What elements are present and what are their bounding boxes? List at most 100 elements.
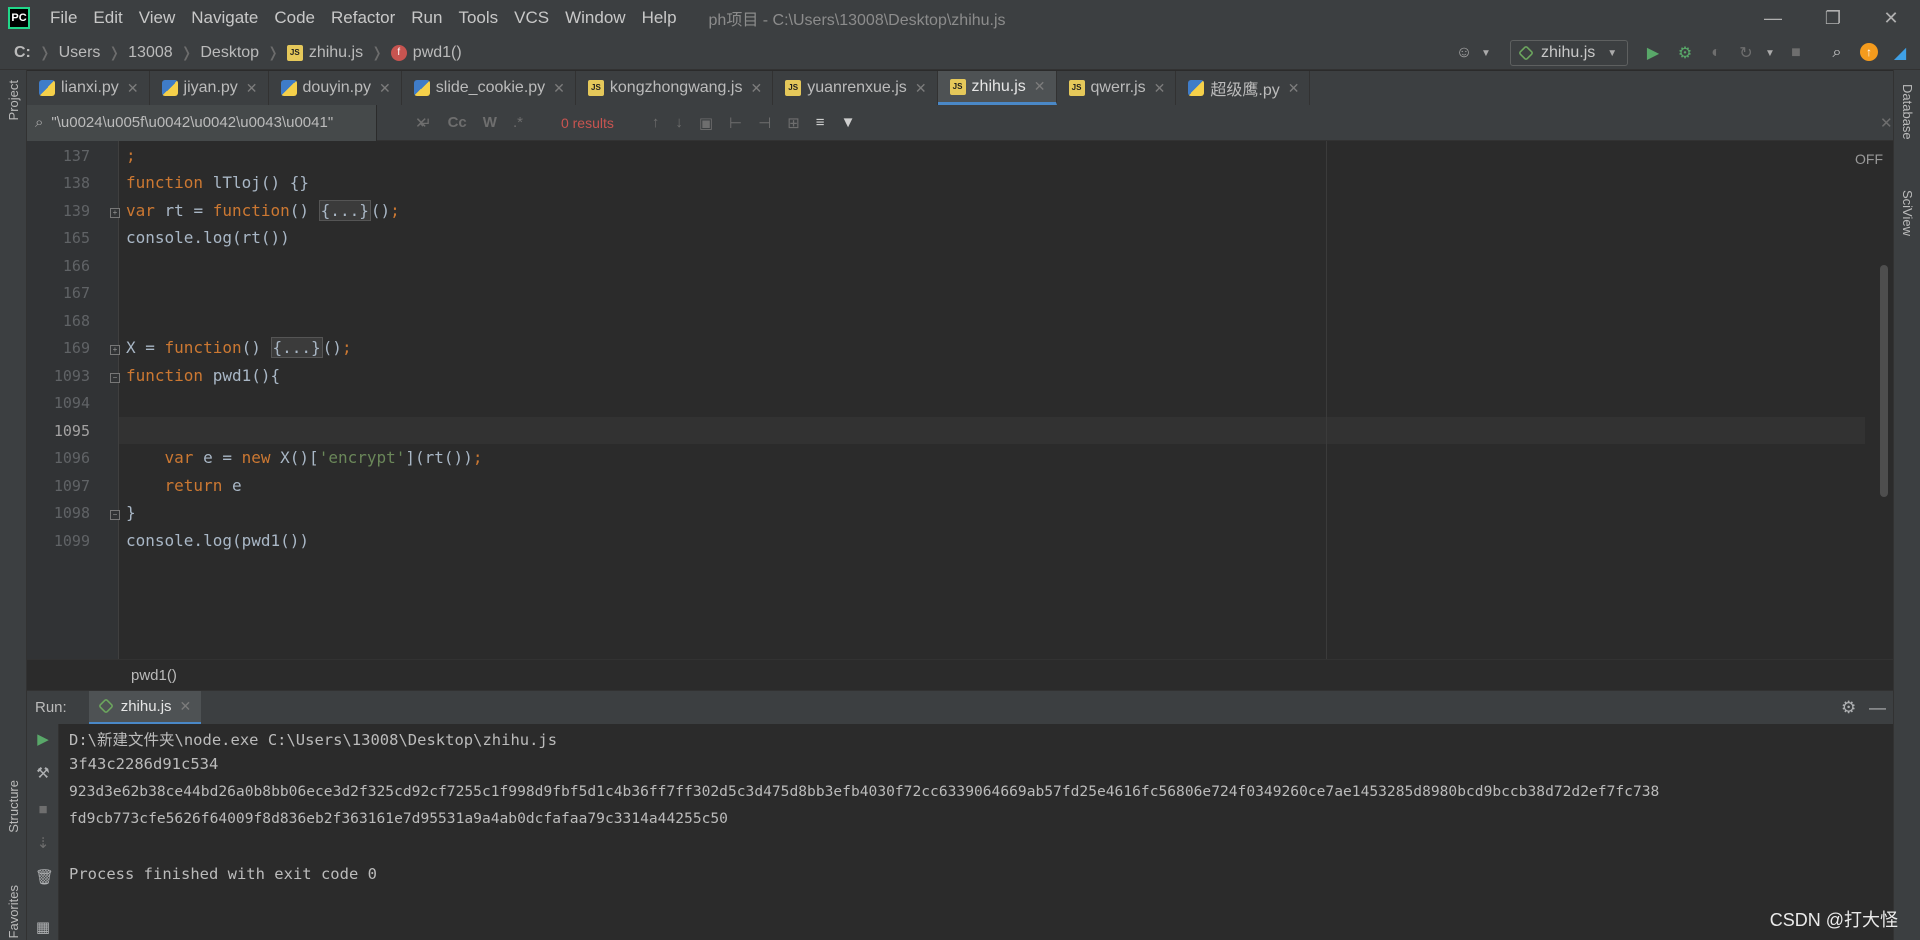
code-editor[interactable]: 137 138 139 165 166 167 168 169 1093 109… — [27, 141, 1893, 659]
minimize-panel-icon[interactable]: — — [1869, 698, 1886, 718]
search-input[interactable]: ⌕ "\u0024\u005f\u0042\u0042\u0043\u0041"… — [27, 104, 428, 141]
profile-icon[interactable]: ↻ — [1736, 43, 1756, 63]
crumb-function[interactable]: f pwd1() — [390, 44, 462, 62]
scroll-to-end-icon[interactable]: ⇣ — [35, 836, 51, 852]
close-icon[interactable]: ✕ — [553, 80, 565, 97]
window-title: ph项目 - C:\Users\13008\Desktop\zhihu.js — [708, 12, 1006, 29]
menu-help[interactable]: Help — [634, 8, 685, 28]
breadcrumb-function[interactable]: pwd1() — [131, 667, 177, 684]
jetbrains-toolbox-icon[interactable]: ◢ — [1890, 43, 1910, 63]
python-file-icon — [39, 80, 55, 96]
close-icon[interactable]: ✕ — [1880, 114, 1893, 132]
menu-vcs[interactable]: VCS — [506, 8, 557, 28]
search-icon[interactable]: ⌕ — [1827, 43, 1847, 63]
code-line: function pwd1(){ — [126, 366, 281, 385]
rerun-icon[interactable]: ▶ — [35, 732, 51, 748]
arrow-down-icon[interactable]: ↓ — [675, 114, 683, 131]
menu-edit[interactable]: Edit — [85, 8, 130, 28]
user-icon[interactable]: ☺ — [1454, 43, 1474, 63]
menu-code[interactable]: Code — [266, 8, 323, 28]
run-icon[interactable]: ▶ — [1643, 43, 1663, 63]
menu-run[interactable]: Run — [403, 8, 450, 28]
trash-icon[interactable]: 🗑 — [35, 870, 54, 886]
close-icon[interactable]: ✕ — [1034, 78, 1046, 95]
tab-chaojiying-py[interactable]: 超级鹰.py ✕ — [1176, 71, 1311, 105]
right-margin-guide — [1326, 141, 1327, 659]
crumb-users[interactable]: Users — [59, 44, 101, 62]
folded-code-block[interactable]: {...} — [318, 200, 371, 221]
sciview-tool-button[interactable]: SciView — [1900, 190, 1915, 236]
restore-icon[interactable]: ❐ — [1808, 0, 1858, 36]
nodejs-icon — [1518, 45, 1534, 61]
run-configuration-label: zhihu.js — [1541, 44, 1596, 61]
filter-icon[interactable]: ▼ — [841, 114, 856, 131]
gear-icon[interactable]: ⚙ — [1841, 698, 1856, 718]
menu-tools[interactable]: Tools — [450, 8, 506, 28]
filter-search-results-icon[interactable]: ≡ — [816, 114, 825, 131]
open-in-window-icon[interactable]: ▣ — [699, 114, 713, 132]
close-icon[interactable]: ✕ — [379, 80, 391, 97]
menu-view[interactable]: View — [131, 8, 184, 28]
tab-qwerr-js[interactable]: JS qwerr.js ✕ — [1057, 71, 1177, 105]
match-case-icon[interactable]: Cc — [448, 114, 467, 131]
close-icon[interactable]: ✕ — [1154, 80, 1166, 97]
tab-jiyan-py[interactable]: jiyan.py ✕ — [150, 71, 269, 105]
crumb-drive[interactable]: C: — [14, 44, 31, 62]
crumb-13008[interactable]: 13008 — [128, 44, 173, 62]
menu-refactor[interactable]: Refactor — [323, 8, 403, 28]
close-icon[interactable]: ✕ — [750, 80, 762, 97]
arrow-up-icon[interactable]: ↑ — [652, 114, 660, 131]
stop-icon[interactable]: ■ — [35, 802, 51, 818]
tab-kongzhongwang-js[interactable]: JS kongzhongwang.js ✕ — [576, 71, 774, 105]
run-configuration-select[interactable]: zhihu.js ▼ — [1510, 40, 1628, 66]
console-output[interactable]: D:\新建文件夹\node.exe C:\Users\13008\Desktop… — [59, 724, 1893, 940]
fold-expand-icon[interactable]: + — [110, 345, 120, 355]
clear-icon[interactable]: ✕ — [415, 114, 428, 132]
minimize-icon[interactable]: — — [1748, 0, 1798, 36]
fold-collapse-icon[interactable]: − — [110, 373, 120, 383]
close-icon[interactable]: ✕ — [180, 698, 192, 715]
tab-zhihu-js[interactable]: JS zhihu.js ✕ — [937, 71, 1057, 105]
tab-slide-cookie-py[interactable]: slide_cookie.py ✕ — [402, 71, 576, 105]
fold-end-icon[interactable]: − — [110, 510, 120, 520]
folded-code-block[interactable]: {...} — [270, 337, 323, 358]
favorites-tool-button[interactable]: Favorites — [6, 885, 21, 938]
project-tool-button[interactable]: Project — [6, 80, 21, 120]
run-toolbar: ▶ ⚒ ■ ⇣ 🗑 ▦ — [27, 724, 59, 940]
wrench-icon[interactable]: ⚒ — [35, 766, 51, 782]
inspection-status-label[interactable]: OFF — [1855, 151, 1883, 167]
layout-icon[interactable]: ▦ — [35, 920, 51, 936]
words-icon[interactable]: W — [483, 114, 497, 131]
editor-scrollbar[interactable] — [1880, 265, 1888, 497]
tab-label: yuanrenxue.js — [807, 79, 907, 96]
close-icon[interactable]: ✕ — [127, 80, 139, 97]
debug-icon[interactable]: ⚙ — [1675, 43, 1695, 63]
chevron-down-icon[interactable]: ▼ — [1476, 43, 1496, 63]
database-tool-button[interactable]: Database — [1900, 84, 1915, 140]
regex-icon[interactable]: .* — [513, 114, 523, 131]
close-icon[interactable]: ✕ — [1288, 80, 1300, 97]
remove-occurrence-icon[interactable]: ⊣ — [758, 114, 771, 132]
line-number: 138 — [62, 174, 90, 192]
tab-yuanrenxue-js[interactable]: JS yuanrenxue.js ✕ — [773, 71, 938, 105]
coverage-icon[interactable]: ◐ — [1706, 43, 1726, 63]
menu-file[interactable]: File — [42, 8, 85, 28]
run-tab-zhihu-js[interactable]: zhihu.js ✕ — [88, 690, 202, 725]
close-icon[interactable]: ✕ — [915, 80, 927, 97]
tab-lianxi-py[interactable]: lianxi.py ✕ — [27, 71, 150, 105]
update-icon[interactable]: ↑ — [1860, 43, 1878, 61]
fold-expand-icon[interactable]: + — [110, 208, 120, 218]
menu-navigate[interactable]: Navigate — [183, 8, 266, 28]
stop-icon[interactable]: ■ — [1786, 43, 1806, 63]
structure-tool-button[interactable]: Structure — [6, 780, 21, 833]
crumb-desktop[interactable]: Desktop — [200, 44, 259, 62]
select-all-occurrences-icon[interactable]: ⊞ — [787, 114, 800, 132]
chevron-down-icon[interactable]: ▼ — [1760, 43, 1780, 63]
close-window-icon[interactable]: ✕ — [1866, 0, 1916, 36]
line-number: 169 — [62, 339, 90, 357]
crumb-file[interactable]: JS zhihu.js — [286, 44, 363, 62]
menu-window[interactable]: Window — [557, 8, 633, 28]
close-icon[interactable]: ✕ — [246, 80, 258, 97]
add-occurrence-icon[interactable]: ⊢ — [729, 114, 742, 132]
tab-douyin-py[interactable]: douyin.py ✕ — [269, 71, 402, 105]
